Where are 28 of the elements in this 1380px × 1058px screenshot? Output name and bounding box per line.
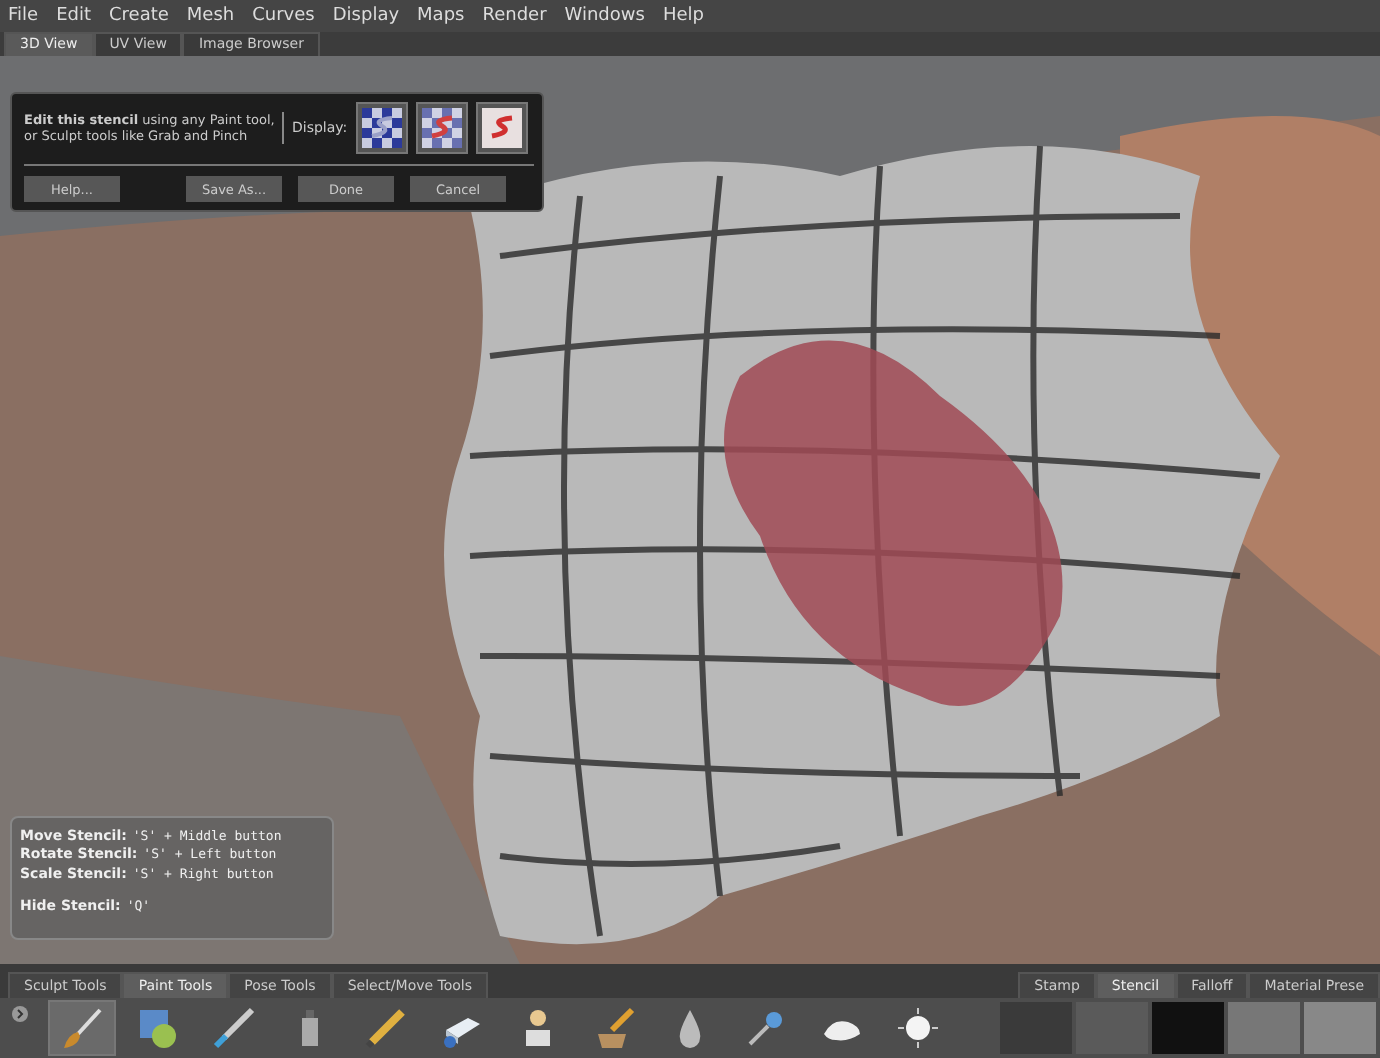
display-mode-button[interactable] — [415, 102, 468, 154]
menu-item[interactable]: File — [8, 6, 39, 26]
menu-item[interactable]: Render — [482, 6, 547, 26]
expand-icon[interactable] — [12, 1006, 28, 1022]
brush-icon — [60, 1006, 104, 1050]
stencil-thumbnail[interactable] — [1228, 1002, 1300, 1054]
menu-item[interactable]: Windows — [564, 6, 645, 26]
bulb-icon — [896, 1006, 940, 1050]
stencil-preview-icon — [421, 108, 462, 148]
display-mode-button[interactable] — [355, 102, 408, 154]
menu-item[interactable]: Display — [332, 6, 400, 26]
menu-item[interactable]: Help — [662, 6, 704, 26]
stencil-thumbnail[interactable] — [1304, 1002, 1376, 1054]
stencil-preview-icon — [481, 108, 522, 148]
menu-item[interactable]: Curves — [252, 6, 315, 26]
pencil-icon — [364, 1006, 408, 1050]
stencil-preview-icon — [361, 108, 402, 148]
menu-item[interactable]: Create — [109, 6, 169, 26]
magnifier-icon — [744, 1006, 788, 1050]
menu-item[interactable]: Mesh — [186, 6, 235, 26]
display-mode-button[interactable] — [475, 102, 528, 154]
tool-button[interactable] — [48, 1000, 116, 1056]
brush-bucket-icon — [592, 1006, 636, 1050]
menu-item[interactable]: Edit — [56, 6, 91, 26]
menu-item[interactable]: Maps — [417, 6, 465, 26]
pen-icon — [212, 1006, 256, 1050]
stencil-thumbnail[interactable] — [1152, 1002, 1224, 1054]
image-icon — [136, 1006, 180, 1050]
